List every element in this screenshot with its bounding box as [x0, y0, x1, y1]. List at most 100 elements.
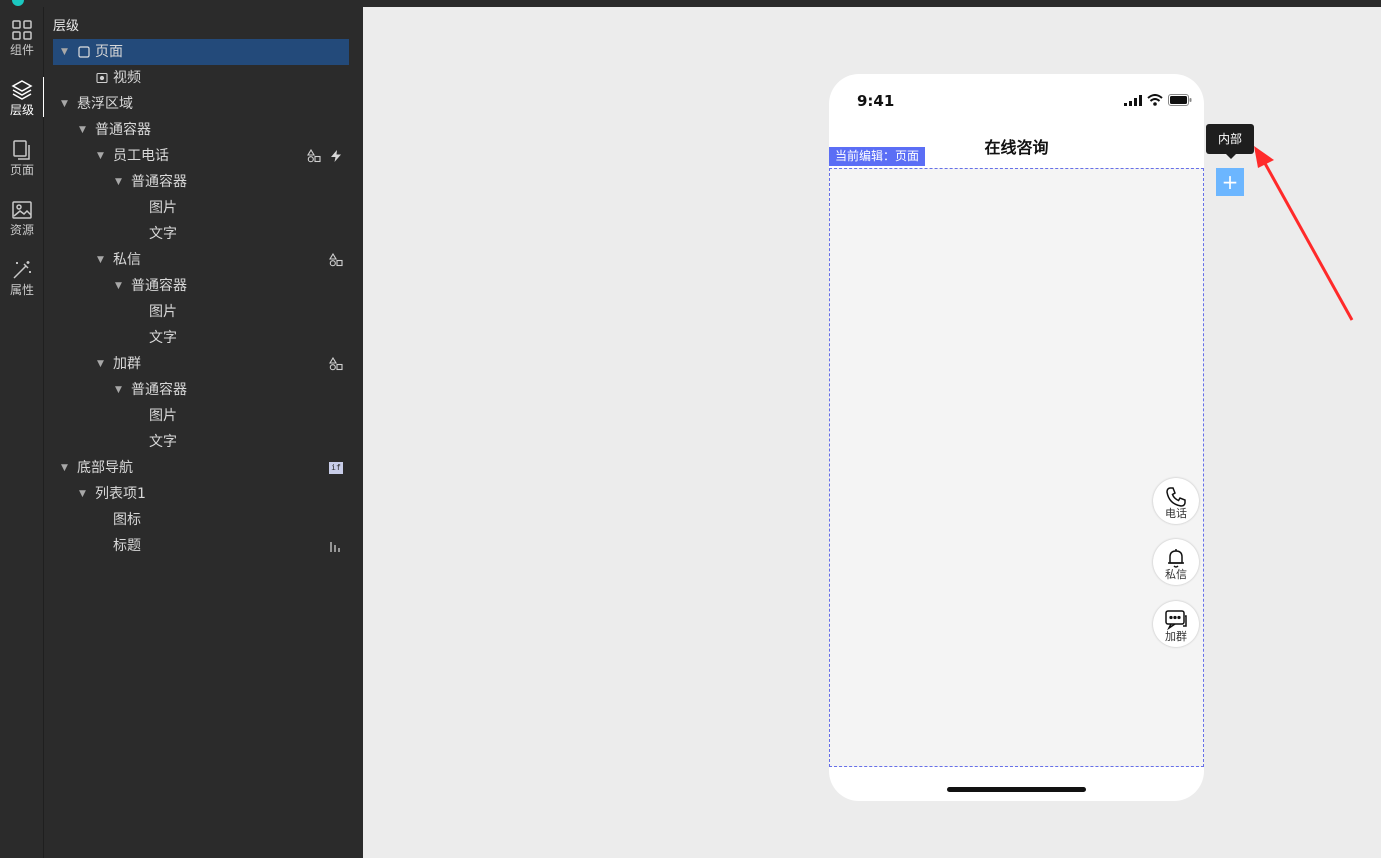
- tree-node-container[interactable]: ▼ 普通容器: [53, 117, 349, 143]
- bell-icon: [1168, 549, 1184, 568]
- tree-node-label: 底部导航: [77, 460, 133, 476]
- caret-down-icon[interactable]: ▼: [115, 377, 125, 403]
- tree-node-join-group[interactable]: ▼ 加群: [53, 351, 349, 377]
- node-actions: [307, 143, 343, 169]
- tree-node-label: 员工电话: [113, 148, 169, 164]
- signal-icon: [1124, 94, 1142, 106]
- tree-node-label: 文字: [149, 434, 177, 450]
- rail-item-label: 层级: [9, 103, 34, 117]
- icon-rail: 组件 层级 页面 资源 属性: [0, 7, 45, 858]
- node-actions: [329, 351, 343, 377]
- rail-item-layers[interactable]: 层级: [0, 69, 45, 125]
- rail-item-properties[interactable]: 属性: [0, 249, 44, 305]
- top-bar: [0, 0, 1381, 7]
- tree-node-label: 图片: [149, 408, 177, 424]
- page-content-area[interactable]: 电话 私信 加群: [829, 168, 1204, 767]
- caret-down-icon[interactable]: ▼: [61, 455, 71, 481]
- wifi-icon: [1147, 94, 1163, 106]
- tree-node-private-message[interactable]: ▼ 私信: [53, 247, 349, 273]
- tree-node-image[interactable]: 图片: [53, 195, 349, 221]
- tree-node-text[interactable]: 文字: [53, 429, 349, 455]
- tree-node-label: 普通容器: [131, 174, 187, 190]
- rail-item-resources[interactable]: 资源: [0, 189, 44, 245]
- tree-node-label: 文字: [149, 226, 177, 242]
- layer-panel: 层级 ▼ 页面 视频 ▼ 悬浮区域 ▼ 普通容器 ▼ 员工电话 ▼ 普通容器 图…: [44, 7, 363, 858]
- status-bar: 9:41: [829, 74, 1204, 124]
- grid-icon: [12, 20, 32, 40]
- tree-node-staff-phone[interactable]: ▼ 员工电话: [53, 143, 349, 169]
- tree-node-label: 普通容器: [131, 382, 187, 398]
- app-logo-icon: [12, 0, 24, 6]
- tree-node-label: 私信: [113, 252, 141, 268]
- image-icon: [12, 201, 32, 219]
- tree-node-title[interactable]: 标题: [53, 533, 349, 559]
- float-button-label: 加群: [1165, 630, 1187, 643]
- layers-icon: [11, 80, 33, 100]
- tree-node-label: 标题: [113, 538, 141, 554]
- tree-node-text[interactable]: 文字: [53, 221, 349, 247]
- shapes-icon[interactable]: [329, 253, 343, 267]
- magic-wand-icon: [13, 261, 31, 279]
- tree-node-image[interactable]: 图片: [53, 299, 349, 325]
- rail-item-components[interactable]: 组件: [0, 9, 44, 65]
- caret-down-icon[interactable]: ▼: [115, 273, 125, 299]
- rail-item-label: 资源: [9, 223, 34, 237]
- tree-node-text[interactable]: 文字: [53, 325, 349, 351]
- page-icon: [78, 46, 90, 58]
- caret-down-icon[interactable]: ▼: [97, 143, 107, 169]
- caret-down-icon[interactable]: ▼: [79, 481, 89, 507]
- rail-item-pages[interactable]: 页面: [0, 129, 44, 185]
- annotation-arrow: [1254, 146, 1354, 321]
- shapes-icon[interactable]: [329, 357, 343, 371]
- float-button-label: 电话: [1165, 507, 1187, 520]
- caret-down-icon[interactable]: ▼: [115, 169, 125, 195]
- node-actions: if: [329, 455, 343, 481]
- rail-item-label: 页面: [9, 163, 34, 177]
- tree-node-video[interactable]: 视频: [53, 65, 349, 91]
- node-actions: [329, 533, 343, 559]
- lightning-icon[interactable]: [329, 149, 343, 163]
- tree-node-label: 图片: [149, 200, 177, 216]
- phone-icon: [1166, 487, 1186, 507]
- tree-node-label: 列表项1: [95, 486, 146, 502]
- tree-node-page[interactable]: ▼ 页面: [53, 39, 349, 65]
- home-indicator: [947, 787, 1086, 792]
- caret-down-icon[interactable]: ▼: [61, 39, 71, 65]
- caret-down-icon[interactable]: ▼: [97, 247, 107, 273]
- video-icon: [96, 72, 108, 84]
- if-badge-icon[interactable]: if: [329, 462, 343, 474]
- node-actions: [329, 247, 343, 273]
- caret-down-icon[interactable]: ▼: [79, 117, 89, 143]
- shapes-icon[interactable]: [307, 149, 321, 163]
- tree-node-container[interactable]: ▼ 普通容器: [53, 169, 349, 195]
- tree-node-label: 悬浮区域: [77, 96, 133, 112]
- tree-node-label: 文字: [149, 330, 177, 346]
- float-button-message[interactable]: 私信: [1153, 539, 1199, 585]
- tree-node-container[interactable]: ▼ 普通容器: [53, 273, 349, 299]
- bar-chart-icon[interactable]: [329, 539, 343, 553]
- caret-down-icon[interactable]: ▼: [61, 91, 71, 117]
- status-time: 9:41: [857, 92, 895, 110]
- tree-node-label: 页面: [95, 44, 123, 60]
- tree-node-list-item[interactable]: ▼ 列表项1: [53, 481, 349, 507]
- tree-node-float-area[interactable]: ▼ 悬浮区域: [53, 91, 349, 117]
- pages-icon: [13, 140, 30, 160]
- tree-node-bottom-nav[interactable]: ▼ 底部导航 if: [53, 455, 349, 481]
- float-button-group[interactable]: 加群: [1153, 601, 1199, 647]
- panel-title: 层级: [53, 19, 80, 34]
- caret-down-icon[interactable]: ▼: [97, 351, 107, 377]
- rail-item-label: 组件: [9, 43, 34, 57]
- tree-node-image[interactable]: 图片: [53, 403, 349, 429]
- tree-node-label: 图片: [149, 304, 177, 320]
- system-icons: [1124, 94, 1192, 106]
- chat-icon: [1165, 610, 1187, 631]
- tree-node-label: 加群: [113, 356, 141, 372]
- phone-preview[interactable]: 9:41 在线咨询 当前编辑：页面 电话 私信 加群: [829, 74, 1204, 801]
- float-button-phone[interactable]: 电话: [1153, 478, 1199, 524]
- float-button-label: 私信: [1165, 568, 1187, 581]
- tree-node-icon[interactable]: 图标: [53, 507, 349, 533]
- rail-item-label: 属性: [9, 283, 34, 297]
- tree-node-container[interactable]: ▼ 普通容器: [53, 377, 349, 403]
- tree-node-label: 普通容器: [131, 278, 187, 294]
- current-edit-tag: 当前编辑：页面: [829, 147, 926, 166]
